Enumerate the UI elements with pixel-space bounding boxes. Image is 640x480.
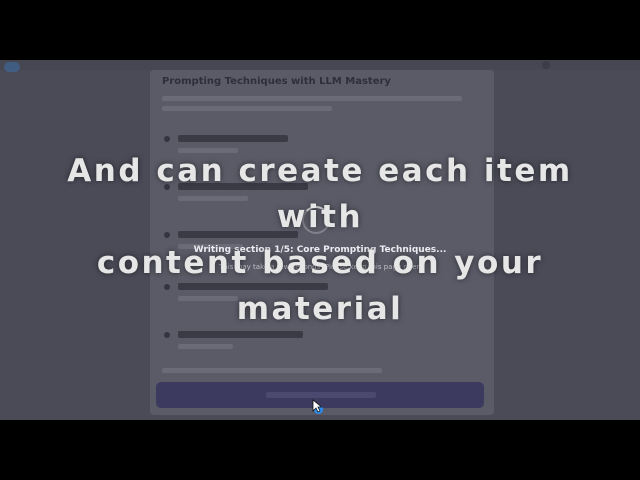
- caption-line: material: [236, 291, 404, 327]
- section-bullet: [164, 136, 170, 142]
- outline-title: Prompting Techniques with LLM Mastery: [162, 76, 391, 87]
- user-avatar[interactable]: [542, 61, 550, 69]
- caption-line: with: [276, 199, 364, 235]
- section-title: [178, 135, 288, 142]
- app-logo: [4, 62, 20, 72]
- mouse-pointer-icon: [312, 399, 322, 413]
- video-frame: Prompting Techniques with LLM Mastery Wr…: [0, 60, 640, 420]
- overlay-caption: And can create each item with content ba…: [20, 148, 620, 332]
- section-bullet: [164, 332, 170, 338]
- generate-button-label-placeholder: [266, 392, 376, 398]
- letterbox-top: [0, 0, 640, 60]
- section-title: [178, 331, 303, 338]
- outline-footer-note: [162, 368, 382, 373]
- outline-description-line: [162, 96, 462, 101]
- caption-line: content based on your: [96, 245, 544, 281]
- letterbox-bottom: [0, 420, 640, 480]
- caption-line: And can create each item: [67, 153, 573, 189]
- section-meta: [178, 344, 233, 349]
- outline-description-line: [162, 106, 332, 111]
